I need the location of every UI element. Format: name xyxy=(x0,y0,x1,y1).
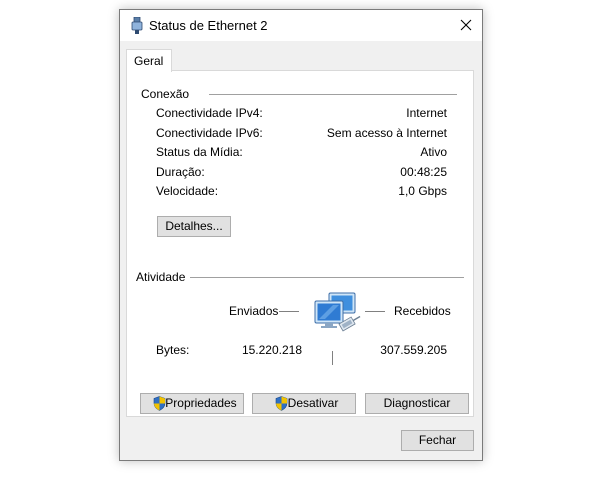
tab-geral[interactable]: Geral xyxy=(126,49,172,72)
ipv4-connectivity-value: Internet xyxy=(406,106,447,120)
ipv6-connectivity-label: Conectividade IPv6: xyxy=(156,126,263,140)
ethernet-status-dialog: Status de Ethernet 2 Geral Conexão Conec… xyxy=(119,9,483,461)
media-status-label: Status da Mídia: xyxy=(156,145,243,159)
details-button[interactable]: Detalhes... xyxy=(157,216,231,237)
received-label: Recebidos xyxy=(394,304,451,318)
close-button[interactable]: Fechar xyxy=(401,430,474,451)
window-title: Status de Ethernet 2 xyxy=(149,18,268,33)
disable-button[interactable]: Desativar xyxy=(252,393,356,414)
bytes-sent-value: 15.220.218 xyxy=(241,343,302,357)
uac-shield-icon xyxy=(275,396,288,411)
network-computers-icon xyxy=(314,292,361,332)
sent-connector-line xyxy=(279,311,299,312)
bytes-received-value: 307.559.205 xyxy=(380,343,447,357)
activity-divider-line xyxy=(332,351,333,365)
speed-value: 1,0 Gbps xyxy=(398,184,447,198)
close-window-button[interactable] xyxy=(450,10,482,41)
connection-group-title: Conexão xyxy=(141,87,190,101)
ipv6-connectivity-value: Sem acesso à Internet xyxy=(326,126,447,140)
uac-shield-icon xyxy=(153,396,166,411)
activity-group-divider xyxy=(190,277,464,278)
general-tab-panel: Conexão Conectividade IPv4: Internet Con… xyxy=(126,70,474,417)
ethernet-adapter-icon xyxy=(131,17,143,34)
sent-label: Enviados xyxy=(229,304,279,318)
duration-value: 00:48:25 xyxy=(400,165,447,179)
connection-group-divider xyxy=(209,94,457,95)
activity-group-title: Atividade xyxy=(136,270,186,284)
ipv4-connectivity-label: Conectividade IPv4: xyxy=(156,106,263,120)
received-connector-line xyxy=(365,311,385,312)
properties-button[interactable]: Propriedades xyxy=(140,393,244,414)
speed-label: Velocidade: xyxy=(156,184,219,198)
close-icon xyxy=(460,19,472,31)
title-bar[interactable]: Status de Ethernet 2 xyxy=(120,10,482,41)
bytes-label: Bytes: xyxy=(156,343,190,357)
tab-geral-label: Geral xyxy=(134,54,164,68)
duration-label: Duração: xyxy=(156,165,205,179)
diagnose-button[interactable]: Diagnosticar xyxy=(365,393,469,414)
media-status-value: Ativo xyxy=(420,145,447,159)
